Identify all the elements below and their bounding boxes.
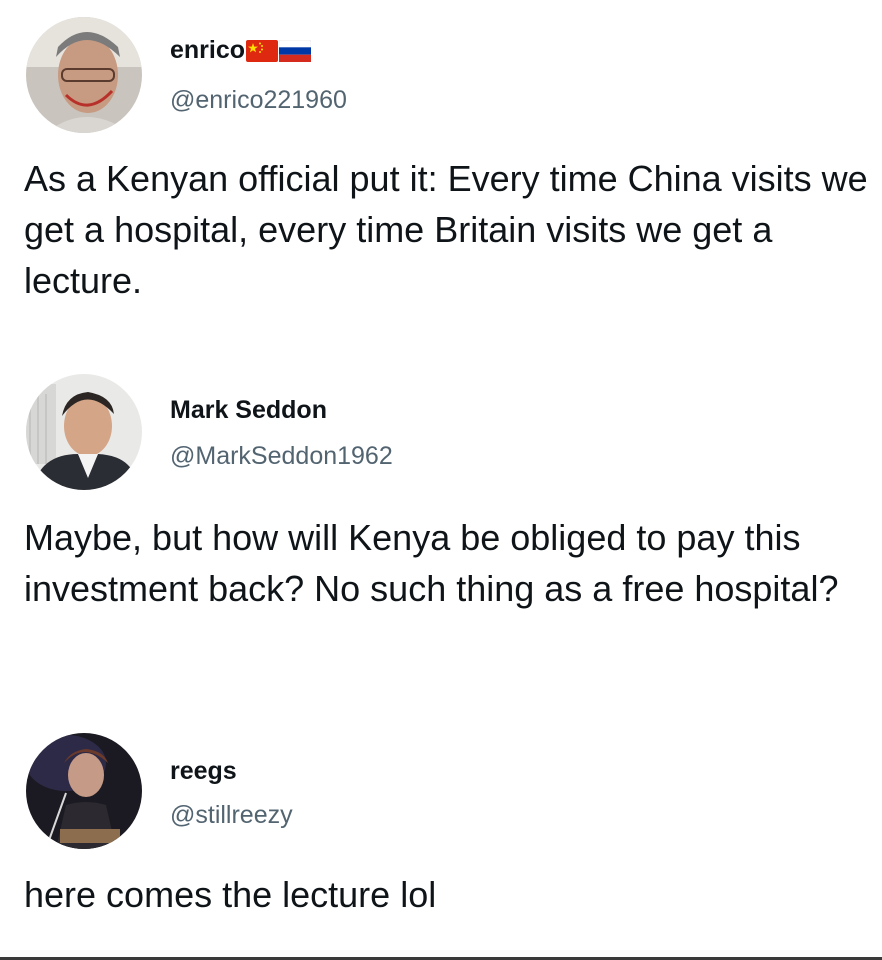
- tweet-3: reegs @stillreezy here comes the lecture…: [0, 700, 882, 957]
- display-name-reegs[interactable]: reegs: [170, 756, 237, 786]
- russia-flag-icon: [278, 39, 312, 63]
- tweet-1: enrico @enrico221960 As a Kenyan officia…: [0, 0, 882, 340]
- avatar-enrico-image: [26, 17, 142, 133]
- tweet-text: As a Kenyan official put it: Every time …: [24, 158, 878, 301]
- display-name-mark-seddon[interactable]: Mark Seddon: [170, 395, 327, 425]
- tweet-text: Maybe, but how will Kenya be obliged to …: [24, 517, 839, 609]
- avatar-reegs[interactable]: [26, 733, 142, 849]
- handle-mark-seddon[interactable]: @MarkSeddon1962: [170, 441, 393, 471]
- handle-reegs[interactable]: @stillreezy: [170, 800, 293, 830]
- avatar-reegs-image: [26, 733, 142, 849]
- display-name-text: Mark Seddon: [170, 396, 327, 424]
- tweet-text: here comes the lecture lol: [24, 874, 437, 915]
- handle-enrico[interactable]: @enrico221960: [170, 85, 347, 115]
- display-name-text: enrico: [170, 36, 246, 64]
- avatar-mark-seddon[interactable]: [26, 374, 142, 490]
- display-name-text: reegs: [170, 757, 237, 785]
- avatar-enrico[interactable]: [26, 17, 142, 133]
- display-name-enrico[interactable]: enrico: [170, 35, 312, 65]
- tweet-2: Mark Seddon @MarkSeddon1962 Maybe, but h…: [0, 340, 882, 700]
- china-flag-icon: [246, 39, 279, 62]
- avatar-mark-seddon-image: [26, 374, 142, 490]
